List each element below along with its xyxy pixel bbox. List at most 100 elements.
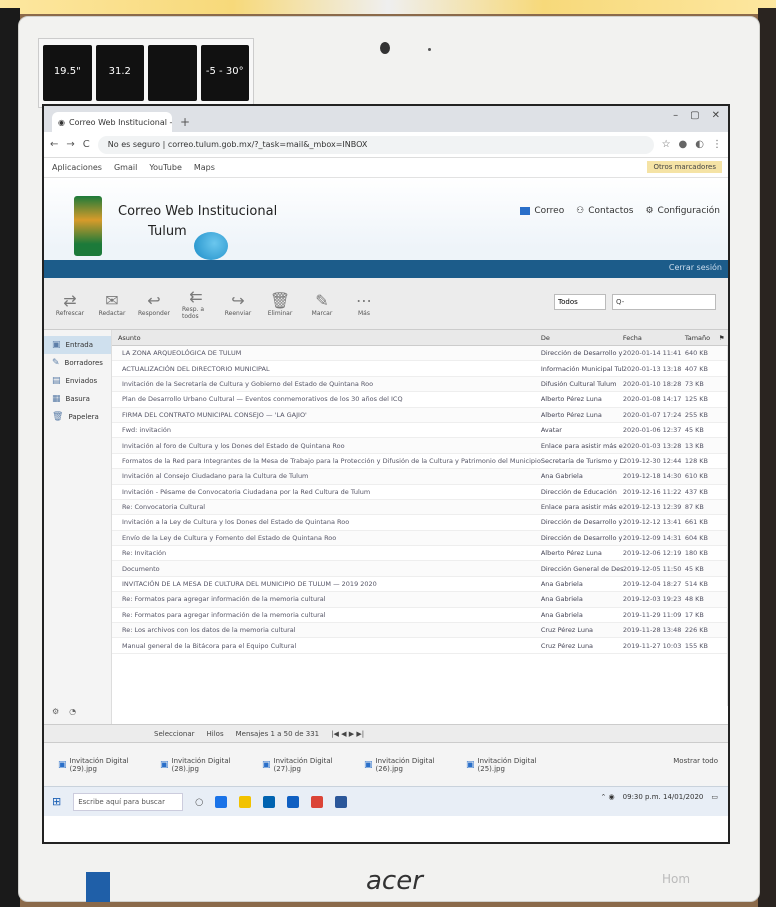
bookmark-maps[interactable]: Maps [194, 163, 215, 172]
folder-junk[interactable]: ▦ Basura [44, 390, 111, 408]
browser-tab[interactable]: ◉Correo Web Institucional - Bande× [52, 112, 172, 132]
download-item[interactable]: ▣ Invitación Digital (26).jpg [364, 757, 456, 773]
extension-icon[interactable]: ● [679, 139, 688, 150]
gear-icon[interactable]: ⚙ [52, 707, 59, 716]
back-icon[interactable]: ← [50, 139, 58, 150]
show-all-downloads[interactable]: Mostrar todo [673, 757, 718, 765]
download-item[interactable]: ▣ Invitación Digital (28).jpg [160, 757, 252, 773]
threads-menu[interactable]: Hilos [207, 730, 224, 738]
compose-button[interactable]: ✉ Redactar [98, 291, 126, 317]
header-from[interactable]: De [541, 334, 623, 342]
taskbar-search[interactable]: Escribe aquí para buscar [73, 792, 184, 811]
table-row[interactable]: Envío de la Ley de Cultura y Fomento del… [111, 530, 728, 547]
folder-trash[interactable]: 🗑 Papelera [44, 408, 111, 426]
pagination-info: Mensajes 1 a 50 de 331 [235, 729, 320, 738]
table-row[interactable]: Manual general de la Bitácora para el Eq… [111, 638, 728, 654]
reply-all-button[interactable]: ⇇ Resp. a todos [182, 287, 210, 320]
forward-button[interactable]: ↪ Reenviar [224, 291, 252, 317]
clock[interactable]: 09:30 p.m. 14/01/2020 [623, 793, 704, 801]
table-row[interactable]: Re: Formatos para agregar información de… [111, 592, 728, 608]
table-row[interactable]: Re: Invitación Alberto Pérez Luna 2019-12-… [111, 546, 728, 562]
notification-icon[interactable]: ▭ [711, 793, 718, 801]
mail-link[interactable]: Correo [520, 206, 564, 216]
download-item[interactable]: ▣ Invitación Digital (29).jpg [58, 757, 150, 773]
header-date[interactable]: Fecha [623, 334, 685, 342]
more-button[interactable]: ⋯ Más [350, 291, 378, 317]
select-menu[interactable]: Seleccionar [154, 730, 195, 738]
table-row[interactable]: FIRMA DEL CONTRATO MUNICIPAL CONSEJO — '… [111, 407, 728, 423]
browser-tabbar: ◉Correo Web Institucional - Bande× + – ▢… [44, 106, 728, 132]
flag-icon[interactable]: ⚑ [719, 334, 728, 342]
reply-button[interactable]: ↩ Responder [138, 290, 170, 317]
pagination-arrows-icon[interactable]: |◀ ◀ ▶ ▶| [331, 730, 364, 738]
mail-app-icon[interactable] [287, 795, 300, 808]
maximize-icon[interactable]: ▢ [690, 110, 699, 121]
table-row[interactable]: Invitación a la Ley de Cultura y los Don… [111, 515, 728, 531]
system-tray: ⌃ ◉ 09:30 p.m. 14/01/2020 ▭ [600, 793, 718, 801]
new-tab-icon[interactable]: + [180, 115, 190, 132]
logout-link[interactable]: Cerrar sesión [669, 263, 722, 272]
table-row[interactable]: ACTUALIZACIÓN DEL DIRECTORIO MUNICIPAL In… [111, 361, 728, 377]
header-subject[interactable]: Asunto [112, 334, 541, 342]
message-size: 604 KB [684, 533, 709, 542]
bookmark-gmail[interactable]: Gmail [114, 163, 137, 172]
table-row[interactable]: Plan de Desarrollo Urbano Cultural — Eve… [111, 392, 728, 408]
reply-icon: ↩ [147, 290, 161, 310]
download-item[interactable]: ▣ Invitación Digital (27).jpg [262, 757, 354, 773]
edge-icon[interactable] [215, 795, 228, 808]
trash-icon: 🗑 [52, 412, 64, 422]
url-field[interactable]: No es seguro | correo.tulum.gob.mx/?_tas… [97, 135, 654, 154]
other-bookmarks[interactable]: Otros marcadores [647, 161, 722, 173]
search-input[interactable]: Q- [612, 294, 716, 310]
table-row[interactable]: Re: Formatos para agregar información de… [111, 608, 728, 624]
filter-select[interactable]: Todos [554, 294, 606, 310]
star-icon[interactable]: ☆ [662, 139, 671, 150]
table-row[interactable]: Formatos de la Red para Integrantes de l… [111, 454, 728, 470]
word-icon[interactable] [335, 795, 348, 808]
message-date: 2019-12-18 14:30 [622, 472, 682, 481]
store-icon[interactable] [263, 795, 276, 808]
folder-drafts[interactable]: ✎ Borradores [44, 354, 111, 372]
table-row[interactable]: Invitación al foro de Cultura y los Done… [111, 438, 728, 454]
table-row[interactable]: Documento Dirección General de Desarrollo… [111, 561, 728, 577]
table-row[interactable]: Invitación de la Secretaría de Cultura y… [111, 376, 728, 393]
delete-button[interactable]: 🗑 Eliminar [266, 291, 294, 317]
message-from: Dirección General de Desarrollo [540, 564, 623, 573]
refresh-button[interactable]: ⇄ Refrescar [56, 291, 84, 317]
network-icon[interactable]: ⌃ ◉ [600, 793, 614, 801]
message-subject: Re: Invitación [121, 549, 167, 558]
table-row[interactable]: Re: Convocatoria Cultural Enlace para asi… [111, 499, 728, 516]
message-subject: Invitación de la Secretaría de Cultura y… [121, 379, 374, 388]
task-view-icon[interactable]: ◯ [195, 798, 203, 806]
settings-link[interactable]: ⚙ Configuración [645, 206, 720, 216]
minimize-icon[interactable]: – [673, 110, 678, 121]
table-row[interactable]: Fwd: invitación Avatar 2020-01-06 12:37 45 … [111, 423, 728, 439]
reload-icon[interactable]: C [83, 139, 90, 150]
folder-inbox[interactable]: ▣ Entrada [44, 336, 111, 354]
contacts-link[interactable]: ⚇ Contactos [576, 206, 633, 216]
header-size[interactable]: Tamaño [685, 334, 719, 342]
file-explorer-icon[interactable] [239, 795, 252, 808]
file-icon: ▣ [466, 759, 475, 770]
forward-icon[interactable]: → [66, 139, 74, 150]
chrome-icon[interactable] [311, 795, 324, 808]
menu-icon[interactable]: ⋮ [712, 139, 722, 150]
table-row[interactable]: Re: Los archivos con los datos de la mem… [111, 623, 728, 639]
windows-start-icon[interactable]: ⊞ [52, 795, 61, 808]
scroll-thumb[interactable] [727, 356, 728, 476]
close-window-icon[interactable]: ✕ [712, 110, 720, 121]
download-item[interactable]: ▣ Invitación Digital (25).jpg [466, 757, 558, 773]
mark-button[interactable]: ✎ Marcar [308, 291, 336, 317]
folder-sent[interactable]: ▤ Enviados [44, 372, 111, 390]
table-row[interactable]: Invitación al Consejo Ciudadano para la … [111, 469, 728, 485]
bookmark-apps[interactable]: Aplicaciones [52, 163, 102, 172]
profile-icon[interactable]: ◐ [695, 139, 704, 150]
table-row[interactable]: Invitación - Pésame de Convocatoria Ciud… [111, 485, 728, 500]
list-scrollbar[interactable] [726, 346, 728, 706]
table-row[interactable]: LA ZONA ARQUEOLÓGICA DE TULUM Dirección d… [111, 346, 728, 362]
bookmark-youtube[interactable]: YouTube [149, 163, 182, 172]
compose-icon: ✉ [105, 290, 119, 310]
table-row[interactable]: INVITACIÓN DE LA MESA DE CULTURA DEL MUN… [111, 577, 728, 593]
message-subject: Re: Formatos para agregar información de… [121, 595, 326, 604]
right-edge [758, 8, 776, 907]
